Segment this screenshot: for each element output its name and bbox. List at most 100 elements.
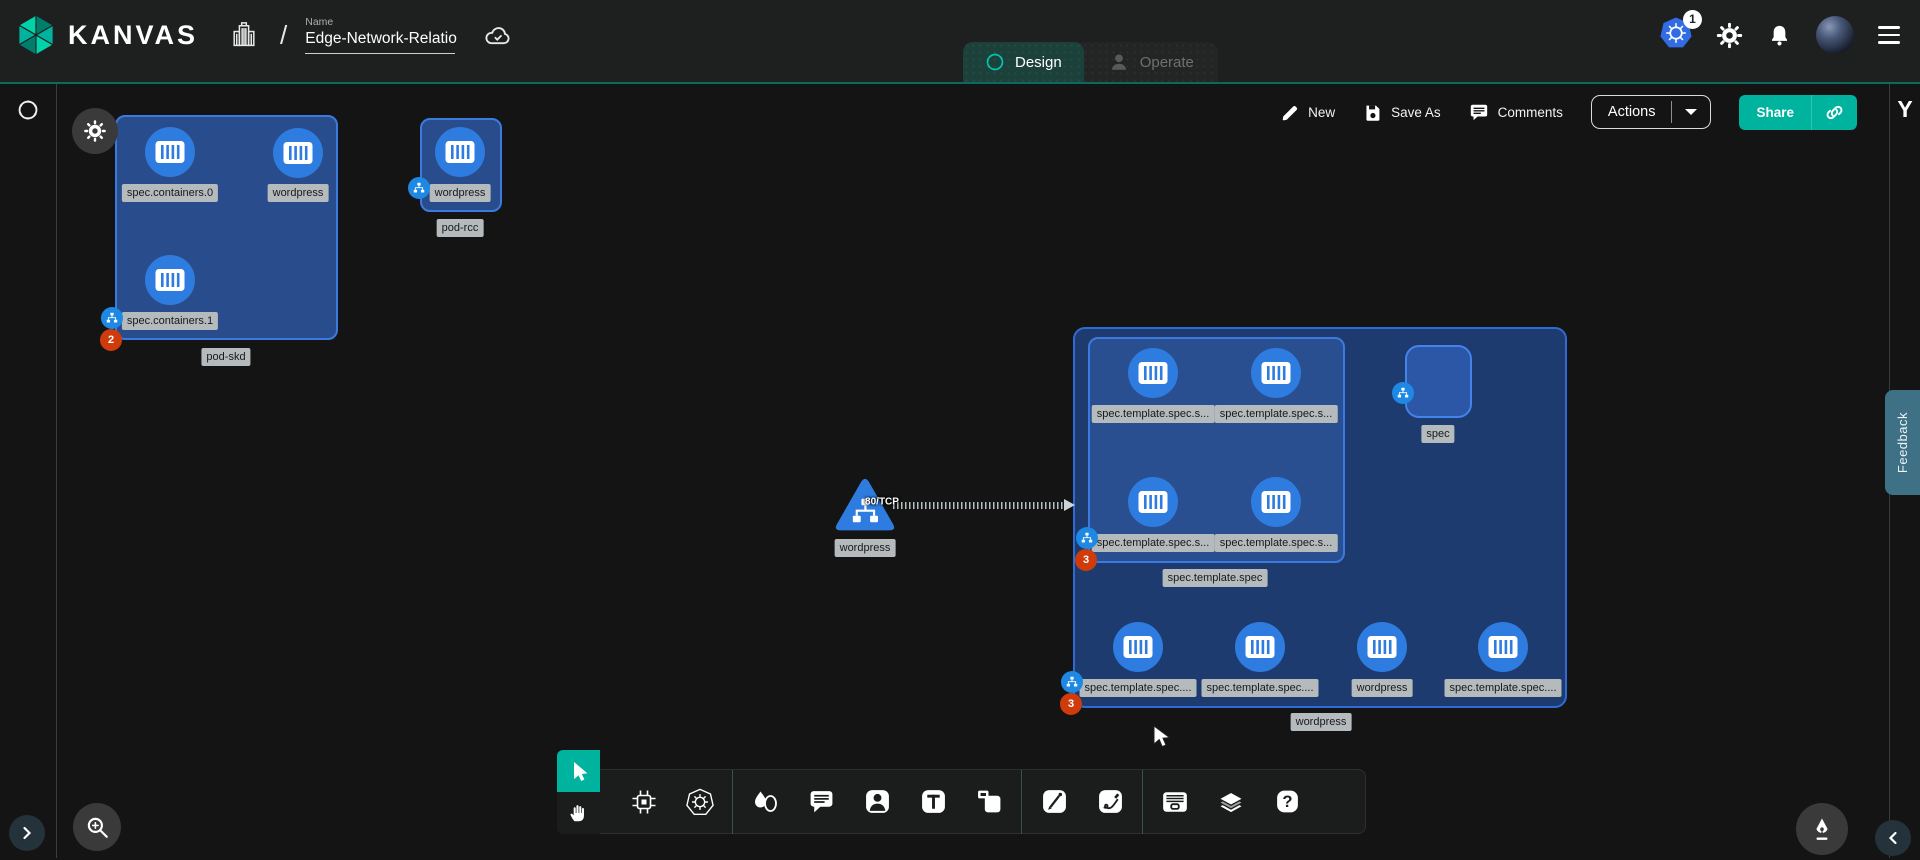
layers-tool-button[interactable] (1203, 769, 1259, 834)
node-label: spec.template.spec.s... (1092, 534, 1215, 552)
node-label: wordpress (1352, 679, 1413, 697)
rail-swirl-icon[interactable] (16, 98, 40, 122)
note-tool-button[interactable] (961, 769, 1017, 834)
node-label: spec.template.spec.s... (1215, 534, 1338, 552)
hamburger-menu-icon[interactable] (1878, 26, 1900, 44)
expand-left-panel-button[interactable] (9, 815, 45, 851)
feedback-tab[interactable]: Feedback (1885, 390, 1920, 495)
container-node[interactable] (1251, 477, 1301, 527)
edge-arrowhead-icon (1064, 499, 1075, 511)
text-tool-button[interactable] (905, 769, 961, 834)
doodle-tool-button[interactable] (1082, 769, 1138, 834)
relationship-badge[interactable] (1392, 382, 1414, 404)
canvas-config-gear-button[interactable] (72, 108, 118, 154)
pen-draw-tool-button[interactable] (1026, 769, 1082, 834)
container-node[interactable] (145, 127, 195, 177)
group-label: spec (1421, 425, 1454, 443)
relationship-badge[interactable] (408, 177, 430, 199)
cloud-sync-icon (483, 22, 513, 48)
pan-hand-tool-button[interactable] (557, 792, 600, 834)
tab-design[interactable]: Design (963, 42, 1084, 82)
container-node[interactable] (435, 127, 485, 177)
node-label: spec.containers.1 (122, 312, 218, 330)
comment-tool-button[interactable] (793, 769, 849, 834)
operate-person-icon (1108, 51, 1130, 73)
container-node[interactable] (1478, 622, 1528, 672)
kubernetes-tool-button[interactable] (672, 769, 728, 834)
collapse-right-panel-button[interactable] (1875, 820, 1911, 856)
container-node[interactable] (1128, 477, 1178, 527)
container-node[interactable] (273, 128, 323, 178)
node-label: wordpress (835, 539, 896, 557)
container-node[interactable] (1235, 622, 1285, 672)
container-node[interactable] (1357, 622, 1407, 672)
organization-icon[interactable] (230, 20, 258, 50)
pen-tool-button[interactable] (1796, 803, 1848, 855)
tab-operate-label: Operate (1140, 54, 1194, 71)
select-tool-button[interactable] (557, 750, 600, 792)
kanvas-logo[interactable]: KANVAS (14, 13, 198, 57)
help-tool-button[interactable]: ? (1259, 769, 1315, 834)
archive-tool-button[interactable] (1147, 769, 1203, 834)
design-swirl-icon (985, 52, 1005, 72)
breadcrumb-separator: / (280, 20, 287, 51)
pointer-tool-column (557, 750, 600, 834)
notifications-bell-icon[interactable] (1767, 23, 1792, 48)
service-node[interactable] (834, 477, 896, 538)
container-node[interactable] (145, 255, 195, 305)
container-node[interactable] (1113, 622, 1163, 672)
relationship-badge[interactable] (1076, 527, 1098, 549)
mouse-cursor (1152, 725, 1174, 754)
media-tool-button[interactable] (849, 769, 905, 834)
design-name-label: Name (305, 16, 457, 28)
group-label: spec.template.spec (1163, 569, 1268, 587)
node-label: spec.template.spec.s... (1215, 405, 1338, 423)
relationship-badge[interactable] (101, 307, 123, 329)
k8s-context-count-badge: 1 (1683, 10, 1702, 29)
actions-button[interactable]: Actions (1592, 96, 1672, 128)
left-rail (0, 84, 57, 858)
actions-caret-button[interactable] (1671, 101, 1710, 123)
node-label: wordpress (430, 184, 491, 202)
toolbar-divider (732, 770, 733, 834)
zoom-search-button[interactable] (73, 803, 121, 851)
relationship-badge[interactable] (1061, 671, 1083, 693)
save-as-button[interactable]: Save As (1363, 103, 1441, 122)
svg-text:?: ? (1282, 792, 1292, 811)
group-spec-template-spec[interactable] (1088, 337, 1345, 563)
container-node[interactable] (1251, 348, 1301, 398)
toolbar-divider (1021, 770, 1022, 834)
node-label: spec.template.spec.s... (1092, 405, 1215, 423)
tab-operate[interactable]: Operate (1084, 42, 1218, 82)
shapes-tool-button[interactable] (737, 769, 793, 834)
copy-link-button[interactable] (1811, 95, 1857, 130)
design-canvas[interactable]: Y Feedback (0, 84, 1920, 858)
edge-wordpress-service[interactable] (893, 502, 1064, 509)
comments-icon (1469, 102, 1489, 122)
app-header: KANVAS / Name Edge-Network-Relatio (0, 0, 1920, 84)
yaml-panel-icon[interactable]: Y (1897, 96, 1912, 123)
user-avatar[interactable] (1816, 16, 1854, 54)
comments-button[interactable]: Comments (1469, 102, 1563, 122)
logo-wordmark: KANVAS (68, 20, 198, 51)
node-label: spec.template.spec.... (1080, 679, 1197, 697)
mode-tabbar: Design Operate (963, 42, 1218, 82)
design-name-field[interactable]: Name Edge-Network-Relatio (305, 16, 457, 54)
node-label: wordpress (268, 184, 329, 202)
container-node[interactable] (1128, 348, 1178, 398)
canvas-actions-bar: New Save As Comments A (1280, 91, 1857, 133)
design-name-input[interactable]: Edge-Network-Relatio (305, 30, 457, 48)
k8s-context-switcher[interactable]: 1 (1660, 17, 1692, 54)
actions-dropdown: Actions (1591, 95, 1712, 129)
issue-count-badge[interactable]: 3 (1075, 549, 1097, 571)
components-tool-button[interactable] (616, 769, 672, 834)
group-spec[interactable] (1405, 345, 1472, 418)
new-button[interactable]: New (1280, 103, 1335, 122)
issue-count-badge[interactable]: 3 (1060, 693, 1082, 715)
settings-gear-icon[interactable] (1716, 22, 1743, 49)
node-label: spec.containers.0 (122, 184, 218, 202)
share-button[interactable]: Share (1739, 95, 1811, 130)
design-name-underline (305, 53, 455, 54)
new-pencil-icon (1280, 103, 1299, 122)
issue-count-badge[interactable]: 2 (100, 329, 122, 351)
